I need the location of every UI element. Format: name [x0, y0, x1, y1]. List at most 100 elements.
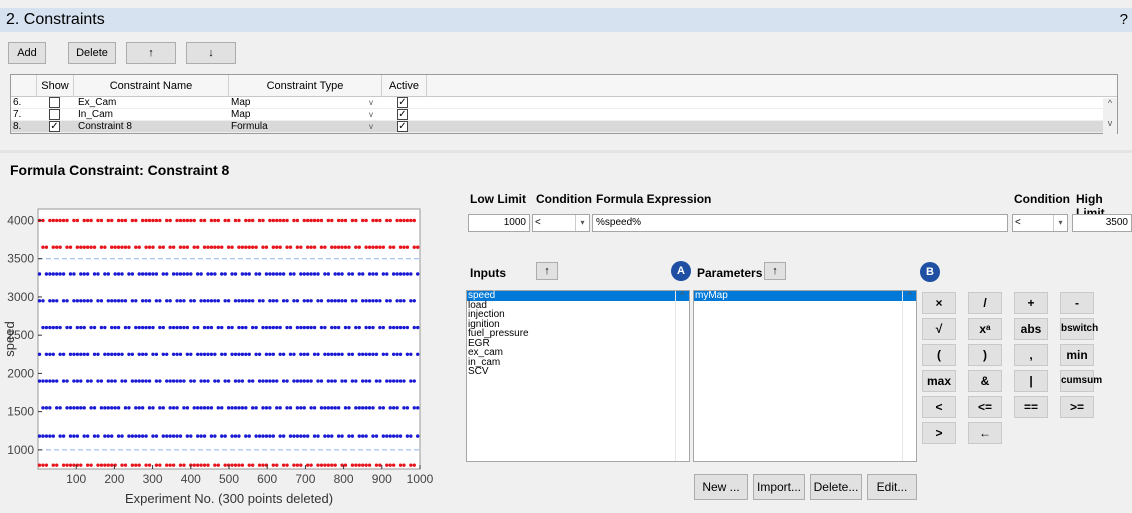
table-row[interactable]: 6. Ex_Cam Map v ✓: [11, 97, 1117, 109]
move-up-button[interactable]: ↑: [126, 42, 176, 64]
keypad-button[interactable]: |: [1014, 370, 1048, 392]
keypad-button[interactable]: ,: [1014, 344, 1048, 366]
inputs-sort-button[interactable]: ↑: [536, 262, 558, 280]
import-button[interactable]: Import...: [753, 474, 805, 500]
keypad-button[interactable]: ==: [1014, 396, 1048, 418]
data-point: [68, 245, 73, 249]
active-checkbox[interactable]: ✓: [397, 97, 408, 109]
keypad-button[interactable]: cumsum: [1060, 370, 1102, 392]
keypad-button[interactable]: >=: [1060, 396, 1094, 418]
low-condition-select[interactable]: < ▾: [532, 214, 590, 232]
data-point: [51, 245, 55, 249]
list-item[interactable]: speed: [467, 291, 689, 301]
data-point: [175, 434, 179, 438]
data-point: [195, 272, 200, 276]
list-item[interactable]: in_cam: [467, 357, 689, 368]
delete-parameter-button[interactable]: Delete...: [810, 474, 862, 500]
high-limit-input[interactable]: 3500: [1072, 214, 1132, 232]
data-point: [192, 406, 196, 410]
constraint-name[interactable]: Constraint 8: [78, 121, 132, 133]
keypad-button[interactable]: <=: [968, 396, 1002, 418]
chevron-down-icon[interactable]: v: [369, 121, 373, 133]
keypad-button[interactable]: &: [968, 370, 1002, 392]
add-button[interactable]: Add: [8, 42, 46, 64]
constraint-type[interactable]: Map: [231, 97, 250, 109]
show-checkbox[interactable]: [49, 109, 60, 121]
keypad-button[interactable]: min: [1060, 344, 1094, 366]
checkbox-box[interactable]: ✓: [49, 121, 60, 132]
keypad-button[interactable]: +: [1014, 292, 1048, 314]
inputs-scrollbar[interactable]: ^: [675, 290, 689, 461]
col-type[interactable]: Constraint Type: [229, 75, 382, 97]
constraint-type[interactable]: Formula: [231, 121, 268, 133]
show-checkbox[interactable]: ✓: [49, 121, 60, 133]
splitter[interactable]: [0, 150, 1132, 153]
data-point: [240, 325, 245, 330]
data-point: [385, 299, 389, 303]
col-name[interactable]: Constraint Name: [74, 75, 229, 97]
data-point: [55, 406, 59, 410]
keypad-button[interactable]: <: [922, 396, 956, 418]
checkbox-box[interactable]: [49, 97, 60, 108]
parameters-list[interactable]: myMap ^: [693, 290, 917, 462]
inputs-list[interactable]: speed load injection ignition fuel_pressure E…: [466, 290, 690, 462]
keypad-button[interactable]: >: [922, 422, 956, 444]
keypad-button[interactable]: xᵃ: [968, 318, 1002, 340]
data-point: [65, 299, 69, 303]
keypad-button[interactable]: ): [968, 344, 1002, 366]
table-scrollbar[interactable]: ^ v: [1103, 98, 1117, 134]
edit-button[interactable]: Edit...: [867, 474, 917, 500]
chevron-down-icon[interactable]: v: [369, 97, 373, 109]
keypad-button[interactable]: max: [922, 370, 956, 392]
keypad-button[interactable]: ×: [922, 292, 956, 314]
data-point: [110, 434, 114, 438]
data-point: [106, 272, 110, 276]
list-item[interactable]: SCV: [467, 367, 689, 377]
active-checkbox[interactable]: ✓: [397, 109, 408, 121]
data-point: [147, 218, 152, 223]
chevron-down-icon[interactable]: v: [369, 109, 373, 121]
col-show[interactable]: Show: [37, 75, 74, 97]
constraint-name[interactable]: Ex_Cam: [78, 97, 116, 109]
data-point: [271, 325, 276, 330]
parameters-scrollbar[interactable]: ^: [902, 290, 916, 461]
constraint-type[interactable]: Map: [231, 109, 250, 121]
list-item[interactable]: myMap: [694, 291, 916, 301]
checkbox-box[interactable]: ✓: [397, 97, 408, 108]
list-item[interactable]: fuel_pressure: [467, 329, 689, 339]
delete-button[interactable]: Delete: [68, 42, 116, 64]
help-button[interactable]: ?: [1120, 8, 1128, 32]
keypad-button[interactable]: bswitch: [1060, 318, 1098, 340]
data-point: [250, 379, 255, 383]
keypad-button[interactable]: (: [922, 344, 956, 366]
move-down-button[interactable]: ↓: [186, 42, 236, 64]
checkbox-box[interactable]: ✓: [397, 121, 408, 132]
show-checkbox[interactable]: [49, 97, 60, 109]
keypad-button[interactable]: /: [968, 292, 1002, 314]
list-item[interactable]: ex_cam: [467, 348, 689, 358]
data-point: [230, 325, 234, 330]
table-row[interactable]: 7. In_Cam Map v ✓: [11, 109, 1117, 121]
x-tick-label: 700: [295, 472, 315, 486]
keypad-button[interactable]: abs: [1014, 318, 1048, 340]
data-point: [140, 272, 145, 276]
list-item[interactable]: injection: [467, 310, 689, 320]
data-point: [209, 245, 214, 249]
keypad-button[interactable]: √: [922, 318, 956, 340]
data-point: [330, 245, 334, 249]
formula-expression-input[interactable]: %speed%: [592, 214, 1008, 232]
checkbox-box[interactable]: [49, 109, 60, 120]
table-row[interactable]: 8. ✓ Constraint 8 Formula v ✓: [11, 121, 1117, 133]
keypad-button[interactable]: ←: [968, 422, 1002, 444]
active-checkbox[interactable]: ✓: [397, 121, 408, 133]
constraint-name[interactable]: In_Cam: [78, 109, 113, 121]
new-button[interactable]: New ...: [694, 474, 748, 500]
high-condition-select[interactable]: < ▾: [1012, 214, 1068, 232]
data-point: [58, 218, 62, 223]
data-point: [96, 463, 100, 467]
checkbox-box[interactable]: ✓: [397, 109, 408, 120]
low-limit-input[interactable]: 1000: [468, 214, 530, 232]
col-active[interactable]: Active: [382, 75, 427, 97]
parameters-sort-button[interactable]: ↑: [764, 262, 786, 280]
keypad-button[interactable]: -: [1060, 292, 1094, 314]
